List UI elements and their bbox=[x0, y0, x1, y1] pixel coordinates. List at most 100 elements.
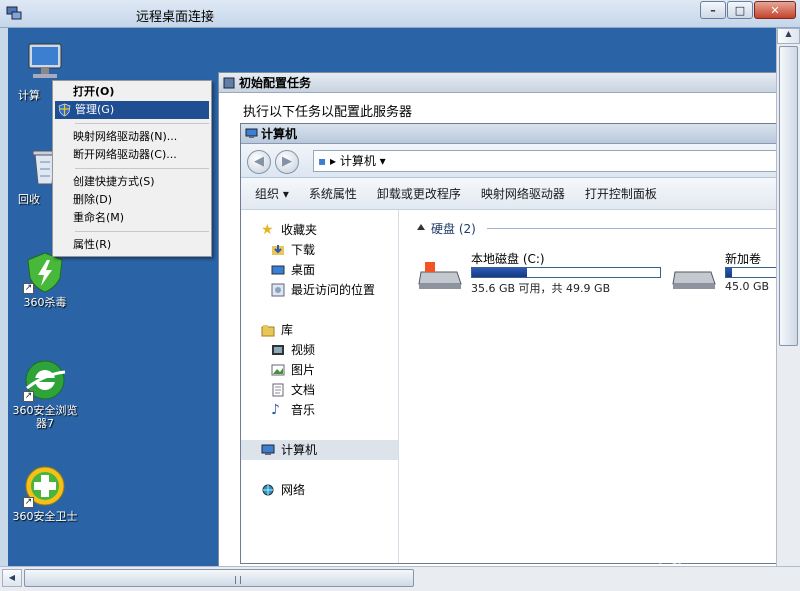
nav-item-label: 收藏夹 bbox=[281, 223, 318, 237]
libraries-icon bbox=[261, 325, 275, 337]
remote-desktop[interactable]: 计算 回收 ↗ 360杀毒 ↗ 360安全浏览器7 ↗ 360安全卫士 初始配置… bbox=[8, 28, 776, 566]
desktop-icon-360-safeguard[interactable]: ↗ 360安全卫士 bbox=[8, 464, 82, 523]
group-header-label: 硬盘 (2) bbox=[431, 222, 476, 236]
collapse-icon[interactable] bbox=[417, 224, 425, 230]
navigation-pane: ★ 收藏夹 下载 桌面 最近访问的位置 库 视频 图片 文档 ♪ 音乐 计算机 … bbox=[241, 210, 399, 563]
drive-usage-bar bbox=[725, 267, 776, 278]
nav-item-network[interactable]: 网络 bbox=[241, 480, 398, 500]
menu-item-disconnect-network-drive[interactable]: 断开网络驱动器(C)... bbox=[53, 146, 211, 164]
scroll-left-arrow-icon[interactable]: ◀ bbox=[2, 569, 22, 587]
pictures-icon bbox=[271, 364, 285, 376]
explorer-body: ★ 收藏夹 下载 桌面 最近访问的位置 库 视频 图片 文档 ♪ 音乐 计算机 … bbox=[241, 210, 776, 563]
nav-item-videos[interactable]: 视频 bbox=[241, 340, 398, 360]
nav-item-libraries[interactable]: 库 bbox=[241, 320, 398, 340]
desktop-icon-label: 360杀毒 bbox=[23, 296, 67, 309]
nav-item-label: 图片 bbox=[291, 363, 316, 377]
computer-icon bbox=[28, 43, 62, 78]
desktop-icon-label: 360安全浏览器7 bbox=[12, 404, 78, 430]
system-drive-icon bbox=[418, 262, 462, 289]
nav-item-label: 音乐 bbox=[291, 403, 316, 417]
address-bar[interactable]: ▪ ▸ 计算机 ▾ bbox=[313, 150, 776, 172]
explorer-title: 计算机 bbox=[261, 127, 298, 141]
forward-button[interactable]: ▶ bbox=[275, 150, 299, 174]
nav-item-recent-places[interactable]: 最近访问的位置 bbox=[241, 280, 398, 300]
minimize-button[interactable]: – bbox=[700, 1, 726, 19]
scroll-up-arrow-icon[interactable]: ▲ bbox=[777, 28, 800, 44]
computer-icon: ▪ bbox=[318, 154, 327, 168]
close-button[interactable]: ✕ bbox=[754, 1, 796, 19]
nav-item-label: 计算机 bbox=[281, 443, 318, 457]
watermark-text: Baidu经验 bbox=[637, 528, 752, 553]
rdp-titlebar: 远程桌面连接 – □ ✕ bbox=[0, 0, 800, 28]
nav-item-documents[interactable]: 文档 bbox=[241, 380, 398, 400]
nav-item-downloads[interactable]: 下载 bbox=[241, 240, 398, 260]
menu-item-properties[interactable]: 属性(R) bbox=[53, 236, 211, 254]
context-menu: 打开(O) 管理(G) 映射网络驱动器(N)... 断开网络驱动器(C)... … bbox=[52, 80, 212, 257]
nav-item-label: 文档 bbox=[291, 383, 316, 397]
menu-item-label: 管理(G) bbox=[75, 103, 115, 116]
shield-icon bbox=[58, 103, 71, 117]
horizontal-scroll-thumb[interactable] bbox=[24, 569, 414, 587]
explorer-window[interactable]: 计算机 ◀ ▶ ▪ ▸ 计算机 ▾ 组织 ▾ 系统属性 卸载或更改程序 映射网络… bbox=[240, 123, 776, 564]
menu-item-rename[interactable]: 重命名(M) bbox=[53, 209, 211, 227]
star-icon: ★ bbox=[261, 222, 274, 238]
server-manager-title: 初始配置任务 bbox=[239, 76, 312, 90]
scroll-grip-icon bbox=[235, 576, 241, 584]
watermark-url: jingyan.baidu.com bbox=[659, 554, 752, 565]
menu-item-create-shortcut[interactable]: 创建快捷方式(S) bbox=[53, 173, 211, 191]
chevron-down-icon[interactable]: ▾ bbox=[380, 154, 386, 168]
menu-item-manage[interactable]: 管理(G) bbox=[55, 101, 209, 119]
vertical-scrollbar[interactable]: ▲ bbox=[776, 28, 800, 566]
menu-separator bbox=[75, 123, 209, 124]
drive-usage-fill bbox=[472, 268, 527, 277]
content-pane: 硬盘 (2) 本地磁盘 (C:) 35.6 GB 可用，共 49.9 GB 新加… bbox=[401, 210, 776, 563]
nav-item-desktop[interactable]: 桌面 bbox=[241, 260, 398, 280]
breadcrumb[interactable]: 计算机 bbox=[340, 154, 376, 168]
server-manager-subtitle: 执行以下任务以配置此服务器 bbox=[243, 105, 413, 120]
music-icon: ♪ bbox=[271, 402, 280, 418]
menu-item-open[interactable]: 打开(O) bbox=[53, 83, 211, 101]
shortcut-arrow-icon: ↗ bbox=[23, 283, 34, 294]
nav-item-label: 网络 bbox=[281, 483, 306, 497]
drive-info: 35.6 GB 可用，共 49.9 GB bbox=[471, 282, 611, 295]
nav-item-label: 最近访问的位置 bbox=[291, 283, 376, 297]
system-properties-button[interactable]: 系统属性 bbox=[309, 185, 357, 202]
open-control-panel-button[interactable]: 打开控制面板 bbox=[585, 185, 657, 202]
shortcut-arrow-icon: ↗ bbox=[23, 391, 34, 402]
nav-item-favorites[interactable]: ★ 收藏夹 bbox=[241, 220, 398, 240]
drive-usage-fill bbox=[726, 268, 732, 277]
window-title: 远程桌面连接 bbox=[136, 10, 215, 25]
organize-button[interactable]: 组织 ▾ bbox=[255, 185, 289, 202]
desktop-icon-360-browser[interactable]: ↗ 360安全浏览器7 bbox=[8, 358, 82, 430]
address-bar-area: ◀ ▶ ▪ ▸ 计算机 ▾ bbox=[241, 144, 776, 178]
drive-usage-bar bbox=[471, 267, 661, 278]
baidu-watermark: Baidu经验 jingyan.baidu.com bbox=[637, 522, 752, 565]
maximize-button[interactable]: □ bbox=[727, 1, 753, 19]
nav-item-pictures[interactable]: 图片 bbox=[241, 360, 398, 380]
downloads-icon bbox=[272, 245, 284, 255]
nav-item-label: 下载 bbox=[291, 243, 316, 257]
drive-info: 45.0 GB bbox=[725, 280, 770, 293]
video-icon bbox=[272, 345, 284, 355]
nav-item-label: 桌面 bbox=[291, 263, 316, 277]
recent-places-icon bbox=[271, 283, 285, 297]
map-network-drive-button[interactable]: 映射网络驱动器 bbox=[481, 185, 565, 202]
horizontal-scrollbar[interactable]: ◀ bbox=[0, 566, 800, 591]
group-header-hard-drives[interactable]: 硬盘 (2) bbox=[411, 220, 776, 238]
menu-separator bbox=[75, 231, 209, 232]
shortcut-arrow-icon: ↗ bbox=[23, 497, 34, 508]
computer-icon bbox=[245, 128, 258, 138]
nav-item-music[interactable]: ♪ 音乐 bbox=[241, 400, 398, 420]
nav-item-label: 库 bbox=[281, 323, 294, 337]
desktop-icon-360-antivirus[interactable]: ↗ 360杀毒 bbox=[8, 250, 82, 309]
menu-item-delete[interactable]: 删除(D) bbox=[53, 191, 211, 209]
menu-item-map-network-drive[interactable]: 映射网络驱动器(N)... bbox=[53, 128, 211, 146]
drive-name: 新加卷 bbox=[725, 252, 762, 266]
drive-name: 本地磁盘 (C:) bbox=[471, 252, 545, 266]
desktop-icon bbox=[271, 265, 285, 275]
vertical-scroll-thumb[interactable] bbox=[779, 46, 798, 346]
back-button[interactable]: ◀ bbox=[247, 150, 271, 174]
uninstall-program-button[interactable]: 卸载或更改程序 bbox=[377, 185, 461, 202]
nav-item-computer[interactable]: 计算机 bbox=[241, 440, 398, 460]
server-manager-icon bbox=[223, 77, 235, 89]
